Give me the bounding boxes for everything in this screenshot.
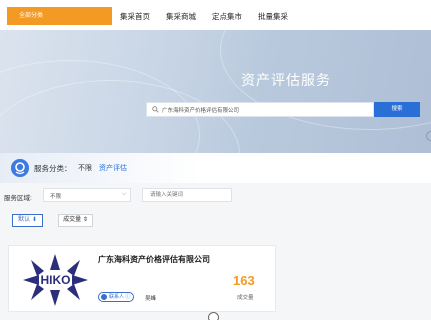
- all-categories-button[interactable]: 全部分类: [7, 7, 112, 25]
- nav-link-bulk-purchase[interactable]: 批量集采: [258, 11, 288, 22]
- company-card[interactable]: HIKO 广东海科资产价格评估有限公司 163 成交量 联系人 ⓘ 吴峰: [8, 245, 276, 312]
- search-icon: [152, 106, 159, 113]
- sort-default-label: 默认: [18, 217, 31, 223]
- nav-link-mall[interactable]: 集采商城: [166, 11, 196, 22]
- category-option-unlimited[interactable]: 不限: [78, 163, 92, 173]
- sort-volume-label: 成交量: [63, 217, 82, 223]
- sort-default-button[interactable]: 默认 ⬇: [12, 214, 43, 227]
- chevron-down-icon: ⌵: [122, 191, 127, 197]
- hero-banner: 资产评估服务 搜索: [0, 30, 431, 153]
- region-filter-label: 服务区域:: [4, 195, 32, 202]
- company-logo: HIKO: [23, 254, 88, 306]
- nav-link-fixed-market[interactable]: 定点集市: [212, 11, 242, 22]
- service-category-bar: 服务分类： 不限 资产评估: [0, 153, 431, 183]
- category-option-asset-evaluation[interactable]: 资产评估: [99, 163, 127, 173]
- top-navigation: 全部分类 集采首页 集采商城 定点集市 批量集采: [0, 0, 431, 30]
- company-name[interactable]: 广东海科资产价格评估有限公司: [98, 254, 210, 265]
- contact-person-tag[interactable]: 联系人 ⓘ: [98, 292, 135, 302]
- search-input[interactable]: [162, 104, 367, 115]
- region-select-value: 不限: [50, 194, 62, 200]
- search-button[interactable]: 搜索: [374, 102, 420, 117]
- search-box[interactable]: [146, 102, 374, 117]
- keyword-input[interactable]: [142, 188, 232, 202]
- sort-toggle-icon: ⇕: [82, 217, 88, 223]
- service-category-label: 服务分类：: [34, 164, 72, 173]
- nav-link-home[interactable]: 集采首页: [120, 11, 150, 22]
- info-icon: ⓘ: [124, 294, 131, 300]
- sort-volume-button[interactable]: 成交量 ⇕: [58, 214, 93, 227]
- contact-name: 吴峰: [145, 296, 157, 302]
- category-icon: [11, 159, 29, 177]
- nav-links: 集采首页 集采商城 定点集市 批量集采: [120, 11, 304, 22]
- sort-down-icon: ⬇: [31, 217, 37, 223]
- banner-title: 资产评估服务: [241, 72, 331, 88]
- scroll-top-circle-icon[interactable]: [208, 312, 219, 320]
- edge-circle-icon: [426, 131, 431, 141]
- contact-tag-label: 联系人: [109, 294, 125, 300]
- deal-count: 163: [233, 273, 255, 288]
- region-select[interactable]: 不限 ⌵: [43, 188, 131, 202]
- person-icon: [101, 294, 107, 300]
- deal-count-label: 成交量: [237, 295, 254, 301]
- logo-text: HIKO: [41, 273, 71, 287]
